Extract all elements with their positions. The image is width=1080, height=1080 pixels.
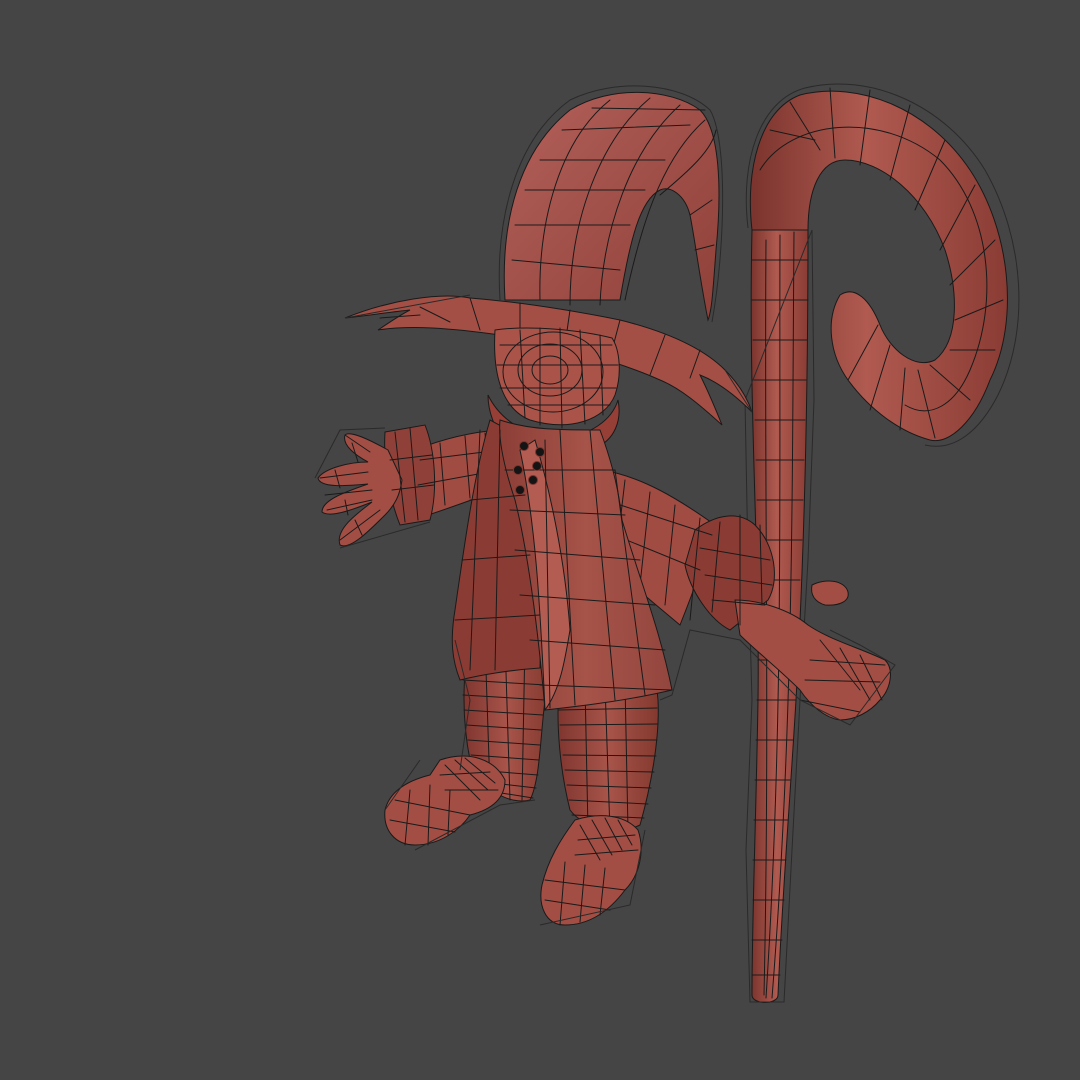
coat-button — [519, 441, 529, 451]
coat-button — [515, 485, 525, 495]
coat-button — [528, 475, 538, 485]
viewport-canvas[interactable] — [0, 0, 1080, 1080]
3d-viewport[interactable] — [0, 0, 1080, 1080]
coat-button — [535, 447, 545, 457]
coat-button — [513, 465, 523, 475]
right-thumb[interactable] — [811, 580, 849, 606]
coat-button — [532, 461, 542, 471]
